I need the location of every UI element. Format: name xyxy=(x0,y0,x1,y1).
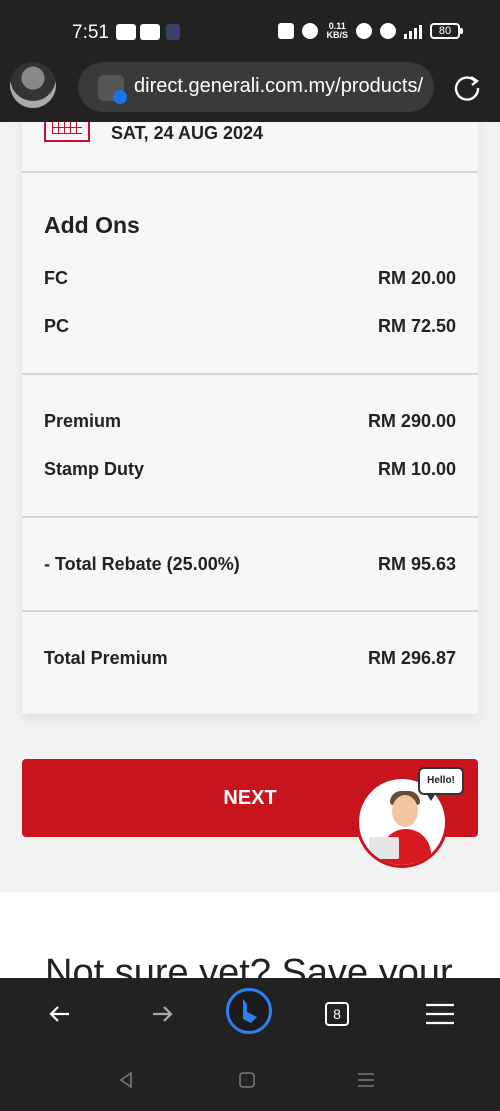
signal-icon xyxy=(404,23,422,39)
status-time: 7:51 xyxy=(72,22,109,43)
profile-avatar[interactable] xyxy=(10,62,56,108)
back-arrow-icon xyxy=(49,1006,69,1022)
agent-head xyxy=(392,795,418,827)
alarm-icon xyxy=(302,23,319,39)
tabs-button[interactable]: 8 xyxy=(313,990,361,1038)
bing-chat-button[interactable] xyxy=(226,988,272,1034)
nav-back-icon[interactable] xyxy=(116,1070,136,1090)
divider xyxy=(22,373,478,375)
stamp-duty-label: Stamp Duty xyxy=(44,459,145,479)
app-notification-icon xyxy=(116,24,136,40)
add-on-row: FC RM 20.00 xyxy=(44,268,456,292)
divider xyxy=(22,610,478,612)
stamp-duty-value: RM 10.00 xyxy=(377,459,456,479)
url-field[interactable]: direct.generali.com.my/products/ xyxy=(78,62,434,112)
save-quote-section: Not sure yet? Save your xyxy=(0,892,500,978)
nav-home-icon[interactable] xyxy=(238,1071,256,1089)
add-on-value: RM 20.00 xyxy=(377,268,456,288)
forward-arrow-icon xyxy=(153,1006,173,1022)
status-icons: 0.11 KB/S 80 xyxy=(278,22,463,40)
reload-icon[interactable] xyxy=(452,72,482,102)
status-bar: 7:51 0.11 KB/S 80 xyxy=(0,0,500,62)
add-on-label: PC xyxy=(44,316,70,336)
site-info-icon[interactable] xyxy=(98,75,127,104)
forward-button[interactable] xyxy=(138,990,186,1038)
premium-label: Premium xyxy=(44,411,122,431)
policy-date: SAT, 24 AUG 2024 xyxy=(111,123,264,143)
battery-icon: 80 xyxy=(430,23,463,39)
add-on-value: RM 72.50 xyxy=(377,316,456,336)
premium-summary-card: SAT, 24 AUG 2024 Add Ons FC RM 20.00 PC … xyxy=(22,122,478,714)
back-button[interactable] xyxy=(36,990,84,1038)
bing-icon xyxy=(243,999,257,1023)
nfc-icon xyxy=(278,23,295,39)
url-text[interactable]: direct.generali.com.my/products/ xyxy=(134,75,430,98)
network-speed: 0.11 KB/S xyxy=(326,22,348,40)
menu-button[interactable] xyxy=(416,990,464,1038)
youtube-icon xyxy=(140,24,160,40)
premium-row: Premium RM 290.00 xyxy=(44,411,456,435)
divider xyxy=(22,516,478,518)
add-ons-title: Add Ons xyxy=(44,212,140,238)
page-content: SAT, 24 AUG 2024 Add Ons FC RM 20.00 PC … xyxy=(0,122,500,978)
hamburger-menu-icon xyxy=(426,1003,454,1025)
wifi-icon xyxy=(356,23,372,39)
chat-greeting-bubble[interactable]: Hello! xyxy=(418,767,464,801)
calendar-icon xyxy=(44,122,90,142)
save-quote-heading: Not sure yet? Save your xyxy=(45,952,453,978)
system-nav-bar xyxy=(0,1050,500,1111)
add-on-label: FC xyxy=(44,268,68,288)
rebate-row: - Total Rebate (25.00%) RM 95.63 xyxy=(44,554,456,578)
total-premium-label: Total Premium xyxy=(44,648,168,668)
add-on-row: PC RM 72.50 xyxy=(44,316,456,340)
premium-value: RM 290.00 xyxy=(367,411,456,431)
total-premium-row: Total Premium RM 296.87 xyxy=(44,648,456,672)
stamp-duty-row: Stamp Duty RM 10.00 xyxy=(44,459,456,483)
network-speed-unit: KB/S xyxy=(326,30,348,40)
nav-recents-icon[interactable] xyxy=(356,1071,376,1089)
browser-address-bar: direct.generali.com.my/products/ xyxy=(0,62,500,122)
agent-laptop xyxy=(369,837,399,859)
tab-count: 8 xyxy=(325,1002,349,1026)
notification-icon xyxy=(166,24,180,40)
wifi-calling-icon xyxy=(380,23,396,39)
divider xyxy=(22,171,478,173)
total-premium-value: RM 296.87 xyxy=(367,648,456,668)
rebate-label: - Total Rebate (25.00%) xyxy=(44,554,240,574)
rebate-value: RM 95.63 xyxy=(377,554,456,574)
